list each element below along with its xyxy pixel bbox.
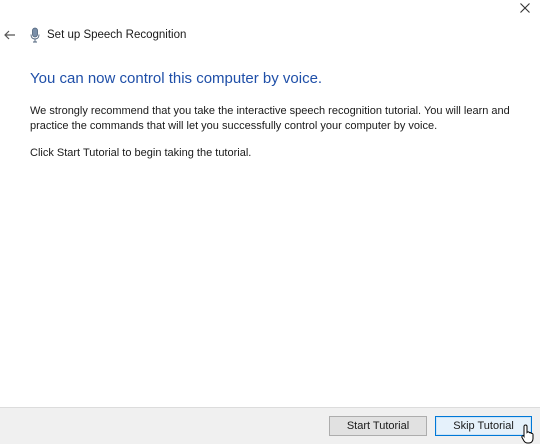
button-bar: Start Tutorial Skip Tutorial xyxy=(0,407,540,444)
page-heading: You can now control this computer by voi… xyxy=(30,70,323,87)
speech-setup-window: Set up Speech Recognition You can now co… xyxy=(0,0,540,444)
close-button[interactable] xyxy=(510,0,540,16)
instruction-text: Click Start Tutorial to begin taking the… xyxy=(30,147,252,159)
recommendation-text: We strongly recommend that you take the … xyxy=(30,105,510,132)
start-tutorial-button[interactable]: Start Tutorial xyxy=(329,416,427,436)
close-icon xyxy=(520,3,530,13)
window-title: Set up Speech Recognition xyxy=(47,29,187,41)
skip-tutorial-button[interactable]: Skip Tutorial xyxy=(435,416,532,436)
main-content: You can now control this computer by voi… xyxy=(30,70,520,173)
back-button[interactable] xyxy=(1,26,19,44)
wizard-header: Set up Speech Recognition xyxy=(0,26,186,44)
microphone-icon xyxy=(28,27,42,43)
back-arrow-icon xyxy=(4,30,15,40)
